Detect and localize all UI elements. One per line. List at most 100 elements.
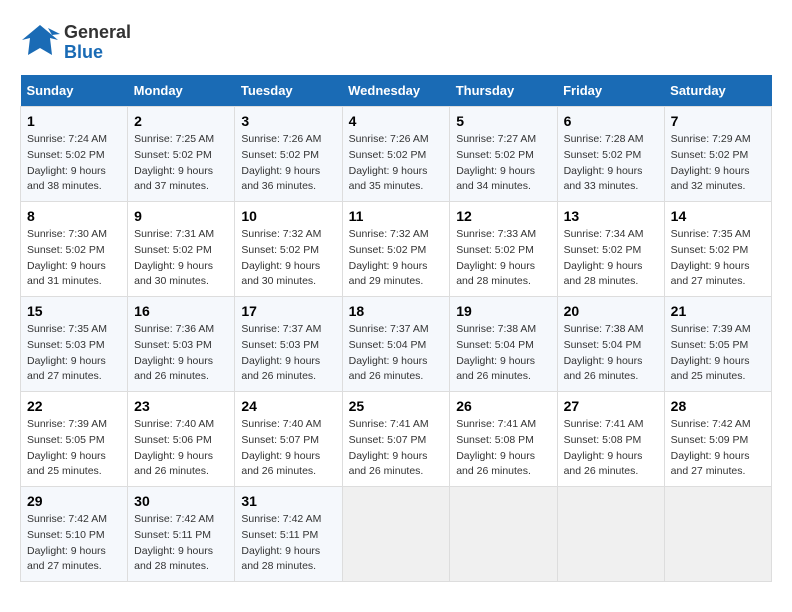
calendar-cell — [342, 487, 450, 582]
day-header-friday: Friday — [557, 75, 664, 107]
calendar-cell: 7 Sunrise: 7:29 AM Sunset: 5:02 PM Dayli… — [664, 107, 771, 202]
day-number: 19 — [456, 303, 550, 319]
day-number: 31 — [241, 493, 335, 509]
calendar-cell: 8 Sunrise: 7:30 AM Sunset: 5:02 PM Dayli… — [21, 202, 128, 297]
day-info: Sunrise: 7:37 AM Sunset: 5:03 PM Dayligh… — [241, 322, 335, 385]
day-info: Sunrise: 7:29 AM Sunset: 5:02 PM Dayligh… — [671, 132, 765, 195]
logo-bird-icon — [20, 20, 60, 60]
day-info: Sunrise: 7:37 AM Sunset: 5:04 PM Dayligh… — [349, 322, 444, 385]
calendar-cell: 13 Sunrise: 7:34 AM Sunset: 5:02 PM Dayl… — [557, 202, 664, 297]
day-number: 2 — [134, 113, 228, 129]
calendar-cell: 22 Sunrise: 7:39 AM Sunset: 5:05 PM Dayl… — [21, 392, 128, 487]
day-info: Sunrise: 7:25 AM Sunset: 5:02 PM Dayligh… — [134, 132, 228, 195]
day-info: Sunrise: 7:24 AM Sunset: 5:02 PM Dayligh… — [27, 132, 121, 195]
day-info: Sunrise: 7:30 AM Sunset: 5:02 PM Dayligh… — [27, 227, 121, 290]
calendar-cell: 17 Sunrise: 7:37 AM Sunset: 5:03 PM Dayl… — [235, 297, 342, 392]
day-info: Sunrise: 7:41 AM Sunset: 5:08 PM Dayligh… — [564, 417, 658, 480]
day-info: Sunrise: 7:34 AM Sunset: 5:02 PM Dayligh… — [564, 227, 658, 290]
calendar-cell: 27 Sunrise: 7:41 AM Sunset: 5:08 PM Dayl… — [557, 392, 664, 487]
day-number: 16 — [134, 303, 228, 319]
calendar-cell: 12 Sunrise: 7:33 AM Sunset: 5:02 PM Dayl… — [450, 202, 557, 297]
calendar-cell: 14 Sunrise: 7:35 AM Sunset: 5:02 PM Dayl… — [664, 202, 771, 297]
day-info: Sunrise: 7:27 AM Sunset: 5:02 PM Dayligh… — [456, 132, 550, 195]
day-info: Sunrise: 7:35 AM Sunset: 5:02 PM Dayligh… — [671, 227, 765, 290]
calendar-cell: 23 Sunrise: 7:40 AM Sunset: 5:06 PM Dayl… — [128, 392, 235, 487]
day-number: 14 — [671, 208, 765, 224]
day-info: Sunrise: 7:42 AM Sunset: 5:11 PM Dayligh… — [241, 512, 335, 575]
day-header-saturday: Saturday — [664, 75, 771, 107]
calendar-cell: 11 Sunrise: 7:32 AM Sunset: 5:02 PM Dayl… — [342, 202, 450, 297]
calendar-header-row: SundayMondayTuesdayWednesdayThursdayFrid… — [21, 75, 772, 107]
day-number: 13 — [564, 208, 658, 224]
calendar-cell: 10 Sunrise: 7:32 AM Sunset: 5:02 PM Dayl… — [235, 202, 342, 297]
calendar-cell: 30 Sunrise: 7:42 AM Sunset: 5:11 PM Dayl… — [128, 487, 235, 582]
calendar-cell: 3 Sunrise: 7:26 AM Sunset: 5:02 PM Dayli… — [235, 107, 342, 202]
day-number: 6 — [564, 113, 658, 129]
calendar-week-row: 1 Sunrise: 7:24 AM Sunset: 5:02 PM Dayli… — [21, 107, 772, 202]
day-number: 18 — [349, 303, 444, 319]
day-number: 17 — [241, 303, 335, 319]
day-info: Sunrise: 7:32 AM Sunset: 5:02 PM Dayligh… — [349, 227, 444, 290]
day-number: 1 — [27, 113, 121, 129]
day-info: Sunrise: 7:42 AM Sunset: 5:09 PM Dayligh… — [671, 417, 765, 480]
day-number: 9 — [134, 208, 228, 224]
calendar-cell: 5 Sunrise: 7:27 AM Sunset: 5:02 PM Dayli… — [450, 107, 557, 202]
header: General Blue — [20, 20, 772, 65]
calendar-cell: 1 Sunrise: 7:24 AM Sunset: 5:02 PM Dayli… — [21, 107, 128, 202]
day-header-wednesday: Wednesday — [342, 75, 450, 107]
day-number: 7 — [671, 113, 765, 129]
day-header-thursday: Thursday — [450, 75, 557, 107]
calendar-week-row: 29 Sunrise: 7:42 AM Sunset: 5:10 PM Dayl… — [21, 487, 772, 582]
day-number: 24 — [241, 398, 335, 414]
calendar-cell — [557, 487, 664, 582]
day-info: Sunrise: 7:28 AM Sunset: 5:02 PM Dayligh… — [564, 132, 658, 195]
day-info: Sunrise: 7:38 AM Sunset: 5:04 PM Dayligh… — [456, 322, 550, 385]
calendar-cell: 16 Sunrise: 7:36 AM Sunset: 5:03 PM Dayl… — [128, 297, 235, 392]
day-number: 28 — [671, 398, 765, 414]
calendar-cell: 21 Sunrise: 7:39 AM Sunset: 5:05 PM Dayl… — [664, 297, 771, 392]
day-info: Sunrise: 7:41 AM Sunset: 5:07 PM Dayligh… — [349, 417, 444, 480]
day-info: Sunrise: 7:42 AM Sunset: 5:11 PM Dayligh… — [134, 512, 228, 575]
calendar-cell: 2 Sunrise: 7:25 AM Sunset: 5:02 PM Dayli… — [128, 107, 235, 202]
day-number: 10 — [241, 208, 335, 224]
calendar-week-row: 8 Sunrise: 7:30 AM Sunset: 5:02 PM Dayli… — [21, 202, 772, 297]
calendar-cell: 15 Sunrise: 7:35 AM Sunset: 5:03 PM Dayl… — [21, 297, 128, 392]
day-number: 11 — [349, 208, 444, 224]
day-header-monday: Monday — [128, 75, 235, 107]
day-info: Sunrise: 7:41 AM Sunset: 5:08 PM Dayligh… — [456, 417, 550, 480]
day-info: Sunrise: 7:36 AM Sunset: 5:03 PM Dayligh… — [134, 322, 228, 385]
day-info: Sunrise: 7:42 AM Sunset: 5:10 PM Dayligh… — [27, 512, 121, 575]
day-info: Sunrise: 7:40 AM Sunset: 5:07 PM Dayligh… — [241, 417, 335, 480]
day-number: 23 — [134, 398, 228, 414]
day-info: Sunrise: 7:26 AM Sunset: 5:02 PM Dayligh… — [349, 132, 444, 195]
day-number: 20 — [564, 303, 658, 319]
day-number: 5 — [456, 113, 550, 129]
calendar-cell: 6 Sunrise: 7:28 AM Sunset: 5:02 PM Dayli… — [557, 107, 664, 202]
day-number: 8 — [27, 208, 121, 224]
calendar-cell: 25 Sunrise: 7:41 AM Sunset: 5:07 PM Dayl… — [342, 392, 450, 487]
calendar-cell: 4 Sunrise: 7:26 AM Sunset: 5:02 PM Dayli… — [342, 107, 450, 202]
calendar-cell: 28 Sunrise: 7:42 AM Sunset: 5:09 PM Dayl… — [664, 392, 771, 487]
calendar-cell: 26 Sunrise: 7:41 AM Sunset: 5:08 PM Dayl… — [450, 392, 557, 487]
calendar-week-row: 22 Sunrise: 7:39 AM Sunset: 5:05 PM Dayl… — [21, 392, 772, 487]
calendar-week-row: 15 Sunrise: 7:35 AM Sunset: 5:03 PM Dayl… — [21, 297, 772, 392]
calendar-cell: 19 Sunrise: 7:38 AM Sunset: 5:04 PM Dayl… — [450, 297, 557, 392]
day-number: 3 — [241, 113, 335, 129]
calendar-table: SundayMondayTuesdayWednesdayThursdayFrid… — [20, 75, 772, 582]
day-info: Sunrise: 7:33 AM Sunset: 5:02 PM Dayligh… — [456, 227, 550, 290]
day-info: Sunrise: 7:40 AM Sunset: 5:06 PM Dayligh… — [134, 417, 228, 480]
day-number: 21 — [671, 303, 765, 319]
calendar-cell: 29 Sunrise: 7:42 AM Sunset: 5:10 PM Dayl… — [21, 487, 128, 582]
day-number: 12 — [456, 208, 550, 224]
day-header-tuesday: Tuesday — [235, 75, 342, 107]
day-number: 4 — [349, 113, 444, 129]
logo-text: General Blue — [64, 23, 131, 63]
day-number: 29 — [27, 493, 121, 509]
calendar-cell: 31 Sunrise: 7:42 AM Sunset: 5:11 PM Dayl… — [235, 487, 342, 582]
day-info: Sunrise: 7:39 AM Sunset: 5:05 PM Dayligh… — [671, 322, 765, 385]
day-number: 26 — [456, 398, 550, 414]
day-number: 27 — [564, 398, 658, 414]
calendar-cell — [664, 487, 771, 582]
day-info: Sunrise: 7:32 AM Sunset: 5:02 PM Dayligh… — [241, 227, 335, 290]
day-number: 25 — [349, 398, 444, 414]
